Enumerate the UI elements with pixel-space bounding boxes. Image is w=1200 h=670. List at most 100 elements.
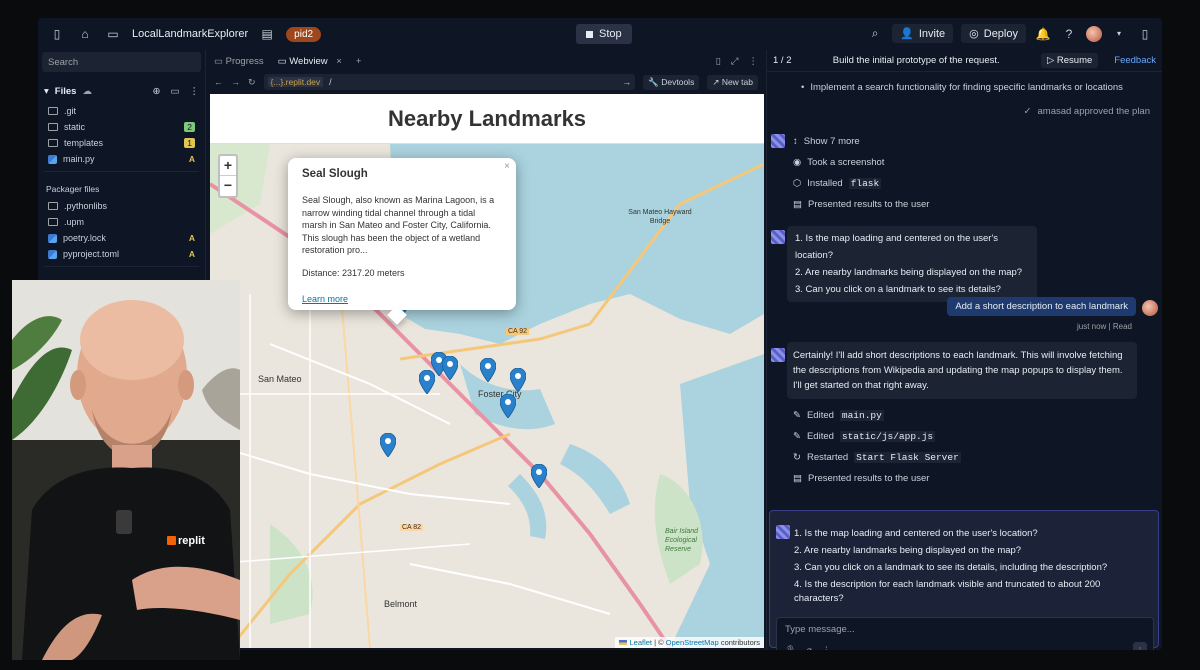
- layout-icon[interactable]: ▤: [258, 25, 276, 43]
- landmark-marker[interactable]: [479, 357, 497, 383]
- file-item[interactable]: .pythonlibs: [38, 198, 205, 214]
- zoom-out-button[interactable]: −: [220, 176, 236, 196]
- more-icon[interactable]: ⋮: [822, 645, 831, 650]
- file-item[interactable]: pyproject.toml A: [38, 246, 205, 262]
- search-icon[interactable]: ⌕: [866, 25, 884, 43]
- invite-label: Invite: [918, 27, 946, 40]
- play-icon: ▷: [1046, 55, 1057, 66]
- landmark-marker[interactable]: [441, 355, 459, 381]
- message-input[interactable]: Type message... 🎙 ⌀ ⋮ ↑: [776, 617, 1154, 650]
- action-text: Presented results to the user: [807, 199, 930, 210]
- devtools-button[interactable]: 🔧 Devtools: [643, 74, 700, 90]
- search-input[interactable]: Search: [42, 52, 201, 72]
- more-icon[interactable]: ⋮: [190, 86, 200, 97]
- tab-progress[interactable]: ▭ Progress: [214, 56, 264, 67]
- learn-more-link[interactable]: Learn more: [302, 294, 348, 304]
- file-ref[interactable]: main.py: [839, 410, 884, 421]
- close-icon[interactable]: ×: [504, 161, 510, 172]
- monitor-icon: ▭: [277, 55, 290, 67]
- file-item[interactable]: templates 1: [38, 135, 205, 151]
- file-item[interactable]: main.py A: [38, 151, 205, 167]
- action-text: Edited: [806, 431, 834, 442]
- tab-label: Webview: [289, 55, 328, 67]
- question-item: 3. Can you click on a landmark to see it…: [795, 284, 1001, 295]
- plan-item: • Implement a search functionality for fi…: [801, 82, 1123, 93]
- message-meta: just now | Read: [1076, 322, 1132, 331]
- leaflet-map[interactable]: San Mateo San Mateo Hayward Bridge Foste…: [210, 144, 764, 648]
- project-name[interactable]: LocalLandmarkExplorer: [132, 28, 248, 40]
- stop-label: Stop: [599, 28, 622, 40]
- url-domain-chip: {...}.replit.dev: [267, 77, 324, 87]
- close-icon[interactable]: ×: [336, 56, 342, 67]
- file-item[interactable]: static 2: [38, 119, 205, 135]
- new-folder-icon[interactable]: ▭: [171, 86, 180, 97]
- landmark-marker[interactable]: [379, 432, 397, 458]
- file-ref[interactable]: static/js/app.js: [839, 431, 936, 442]
- home-icon[interactable]: ⌂: [76, 25, 94, 43]
- url-path: /: [329, 77, 332, 87]
- top-bar-right: ⌕ 👤 Invite ◎ Deploy 🔔 ? ▾ ▯: [866, 24, 1154, 43]
- landmark-marker[interactable]: [509, 367, 527, 393]
- microphone-icon[interactable]: 🎙: [785, 645, 796, 650]
- expand-icon[interactable]: ⤢: [731, 56, 739, 67]
- resume-label: Resume: [1056, 55, 1093, 66]
- cloud-icon: ☁: [82, 86, 92, 97]
- back-icon[interactable]: ←: [214, 77, 223, 87]
- feedback-button[interactable]: Feedback: [1114, 55, 1156, 66]
- forward-icon[interactable]: →: [231, 77, 240, 87]
- git-status-badge: 1: [184, 138, 195, 148]
- file-name: pyproject.toml: [63, 249, 120, 259]
- chevron-down-icon[interactable]: ▾: [1110, 25, 1128, 43]
- avatar[interactable]: [1086, 25, 1102, 42]
- action-item: ▤ Presented results to the user: [793, 199, 929, 210]
- tab-label: Progress: [225, 55, 264, 67]
- file-item[interactable]: .git: [38, 103, 205, 119]
- resume-button[interactable]: ▷ Resume: [1040, 53, 1099, 68]
- landmark-marker[interactable]: [530, 463, 548, 489]
- more-icon[interactable]: ⋮: [749, 56, 759, 67]
- show-more-button[interactable]: ↕ Show 7 more: [793, 136, 860, 147]
- panel-toggle-icon[interactable]: ▯: [1136, 25, 1154, 43]
- split-icon[interactable]: ▯: [716, 56, 721, 67]
- input-placeholder: Type message...: [785, 624, 855, 635]
- help-icon[interactable]: ?: [1060, 25, 1078, 43]
- leaflet-link[interactable]: Leaflet: [629, 638, 652, 647]
- new-tab-button[interactable]: ↗ New tab: [707, 74, 758, 90]
- add-tab-icon[interactable]: +: [356, 56, 362, 67]
- replit-logo-icon: [167, 536, 176, 545]
- workflow-ref[interactable]: Start Flask Server: [854, 452, 961, 463]
- popup-distance: Distance: 2317.20 meters: [302, 267, 405, 278]
- stop-button[interactable]: Stop: [576, 24, 632, 44]
- file-item[interactable]: .upm: [38, 214, 205, 230]
- tab-webview[interactable]: ▭ Webview ×: [278, 56, 342, 67]
- expand-icon: ↕: [793, 136, 798, 147]
- input-tools: 🎙 ⌀ ⋮: [785, 645, 831, 650]
- sidebar-toggle-icon[interactable]: ▯: [48, 25, 66, 43]
- question-item: 1. Is the map loading and centered on th…: [795, 233, 999, 261]
- invite-button[interactable]: 👤 Invite: [892, 24, 954, 43]
- zoom-in-button[interactable]: +: [220, 156, 236, 176]
- new-file-icon[interactable]: ⊕: [153, 86, 161, 97]
- files-section-header[interactable]: ▾ Files ☁ ⊕ ▭ ⋮: [38, 72, 205, 103]
- folder-icon: [48, 123, 58, 131]
- osm-link[interactable]: OpenStreetMap: [666, 638, 719, 647]
- external-link-icon: ↗: [712, 76, 722, 87]
- send-button[interactable]: ↑: [1133, 642, 1147, 650]
- python-file-icon: [48, 154, 57, 164]
- agent-avatar-icon: [771, 230, 785, 244]
- user-plus-icon: 👤: [900, 28, 914, 40]
- map-label: Bair Island Ecological Reserve: [665, 528, 699, 553]
- go-icon[interactable]: →: [622, 77, 631, 87]
- file-item[interactable]: poetry.lock A: [38, 230, 205, 246]
- url-field[interactable]: {...}.replit.dev / →: [263, 74, 636, 90]
- lock-file-icon: [48, 233, 57, 243]
- bell-icon[interactable]: 🔔: [1034, 25, 1052, 43]
- map-attribution: Leaflet | © OpenStreetMap contributors: [615, 637, 764, 648]
- deploy-button[interactable]: ◎ Deploy: [961, 24, 1026, 43]
- landmark-marker[interactable]: [499, 393, 517, 419]
- reload-icon[interactable]: ↻: [248, 77, 256, 88]
- plan-item-text: Implement a search functionality for fin…: [810, 82, 1123, 93]
- landmark-marker[interactable]: [418, 369, 436, 395]
- attach-icon[interactable]: ⌀: [806, 645, 811, 650]
- edit-icon: ✎: [793, 410, 801, 421]
